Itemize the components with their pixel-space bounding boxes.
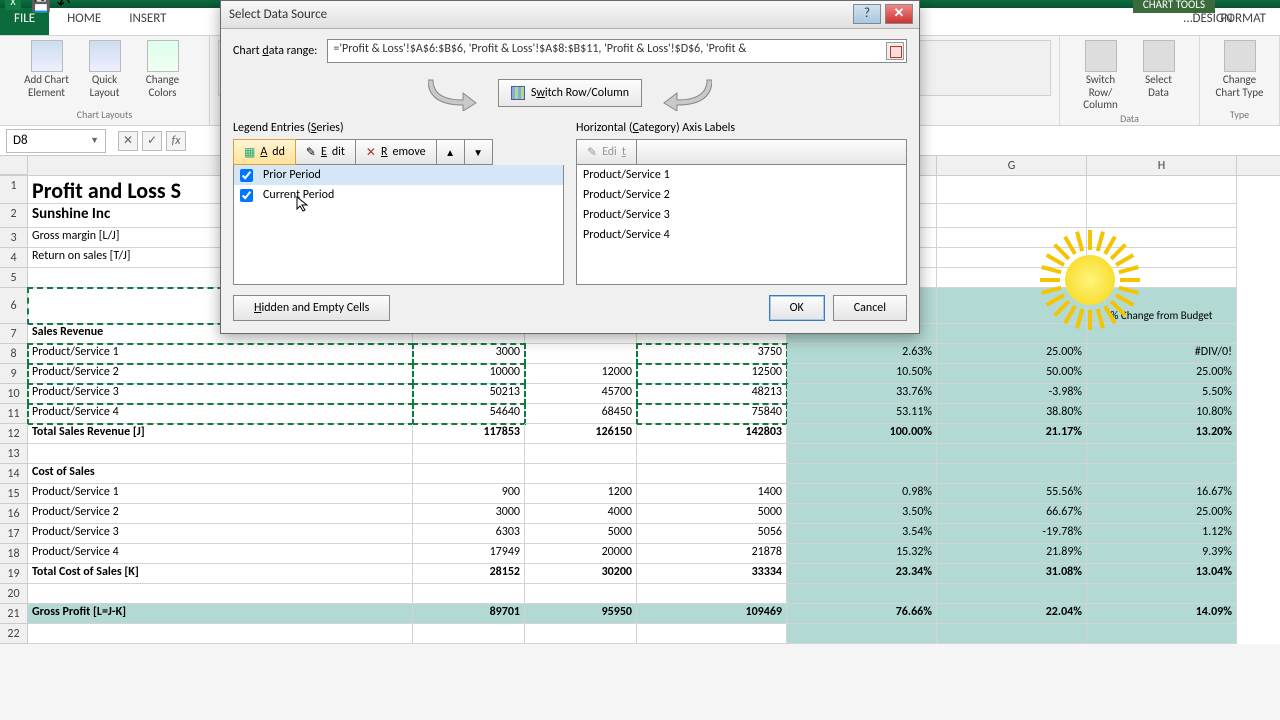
arrow-up-icon: ▲	[445, 146, 455, 159]
series-item[interactable]: Prior Period	[234, 165, 563, 185]
swap-arrow-right-icon	[662, 75, 712, 111]
cell[interactable]: Product/Service 4	[28, 404, 413, 424]
total-row[interactable]: Total Sales Revenue [J]	[28, 424, 413, 444]
edit-icon: ✎	[587, 145, 597, 160]
edit-axis-button[interactable]: ✎Edit	[576, 139, 637, 165]
cell[interactable]: Product/Service 3	[28, 384, 413, 404]
series-item[interactable]: Current Period	[234, 185, 563, 205]
move-down-button[interactable]: ▼	[465, 139, 493, 165]
tab-insert[interactable]: INSERT	[115, 8, 180, 35]
switch-icon	[511, 86, 525, 100]
total-row[interactable]: Total Cost of Sales [K]	[28, 564, 413, 584]
enter-formula-icon[interactable]: ✓	[142, 131, 162, 151]
axis-item[interactable]: Product/Service 4	[577, 225, 906, 245]
name-box[interactable]: D8▼	[6, 129, 106, 153]
move-up-button[interactable]: ▲	[437, 139, 465, 165]
remove-icon: ✕	[366, 145, 376, 160]
chart-data-range-input[interactable]: ='Profit & Loss'!$A$6:$B$6, 'Profit & Lo…	[327, 39, 907, 63]
axis-item[interactable]: Product/Service 3	[577, 205, 906, 225]
add-series-button[interactable]: ▦Add	[233, 139, 296, 165]
series-list[interactable]: Prior Period Current Period	[233, 165, 564, 285]
series-checkbox[interactable]	[240, 169, 253, 182]
chevron-down-icon[interactable]: ▼	[90, 135, 99, 146]
ribbon-group-type: Type	[1230, 108, 1249, 121]
swap-arrow-left-icon	[428, 75, 478, 111]
axis-labels-label: Horizontal (Category) Axis Labels	[576, 121, 907, 135]
axis-list[interactable]: Product/Service 1 Product/Service 2 Prod…	[576, 165, 907, 285]
select-data-source-dialog: Select Data Source ? ✕ Chart data range:…	[220, 0, 920, 334]
close-button[interactable]: ✕	[885, 4, 913, 24]
cell[interactable]: Product/Service 2	[28, 364, 413, 384]
save-icon[interactable]: 💾	[31, 0, 47, 10]
chart-tools-label: CHART TOOLS	[1133, 0, 1215, 13]
cancel-formula-icon[interactable]: ✕	[118, 131, 138, 151]
excel-icon: X	[5, 0, 21, 10]
hidden-empty-cells-button[interactable]: Hidden and Empty Cells	[233, 295, 390, 321]
change-chart-type-button[interactable]: Change Chart Type	[1215, 40, 1265, 99]
quick-access-toolbar: X 💾 ↶	[5, 0, 73, 8]
arrow-down-icon: ▼	[473, 146, 483, 159]
legend-entries-label: Legend Entries (Series)	[233, 121, 564, 135]
cell[interactable]: Product/Service 1	[28, 484, 413, 504]
chart-data-range-label: Chart data range:	[233, 44, 317, 58]
dialog-title: Select Data Source	[229, 7, 327, 22]
ribbon-group-chart-layouts: Chart Layouts	[77, 108, 132, 121]
cell[interactable]: Product/Service 3	[28, 524, 413, 544]
cell[interactable]: Product/Service 1	[28, 344, 413, 364]
total-row[interactable]: Gross Profit [L=J-K]	[28, 604, 413, 624]
edit-icon: ✎	[306, 145, 316, 160]
tab-format[interactable]: FORMAT	[1207, 8, 1280, 35]
range-picker-icon[interactable]	[886, 42, 904, 60]
switch-row-column-button[interactable]: Switch Row/ Column	[1076, 40, 1126, 112]
ribbon-group-data: Data	[1120, 112, 1139, 125]
cancel-button[interactable]: Cancel	[833, 295, 907, 321]
add-chart-element-button[interactable]: Add Chart Element	[22, 40, 72, 99]
sun-image	[1040, 230, 1140, 330]
select-data-button[interactable]: Select Data	[1134, 40, 1184, 112]
series-checkbox[interactable]	[240, 189, 253, 202]
switch-row-column-button[interactable]: Switch Row/Column	[498, 79, 642, 107]
axis-item[interactable]: Product/Service 1	[577, 165, 906, 185]
col-header[interactable]: G	[937, 156, 1087, 175]
change-colors-button[interactable]: Change Colors	[138, 40, 188, 99]
quick-layout-button[interactable]: Quick Layout	[80, 40, 130, 99]
remove-series-button[interactable]: ✕Remove	[356, 139, 437, 165]
ok-button[interactable]: OK	[769, 295, 825, 321]
add-icon: ▦	[244, 145, 255, 160]
cell[interactable]: Product/Service 4	[28, 544, 413, 564]
fx-icon[interactable]: fx	[166, 131, 186, 151]
axis-item[interactable]: Product/Service 2	[577, 185, 906, 205]
undo-icon[interactable]: ↶	[57, 0, 73, 10]
help-button[interactable]: ?	[853, 4, 881, 24]
col-header[interactable]: H	[1087, 156, 1237, 175]
dialog-title-bar[interactable]: Select Data Source ? ✕	[221, 1, 919, 29]
section-header[interactable]: Cost of Sales	[28, 464, 413, 484]
edit-series-button[interactable]: ✎Edit	[296, 139, 356, 165]
cell[interactable]: Product/Service 2	[28, 504, 413, 524]
